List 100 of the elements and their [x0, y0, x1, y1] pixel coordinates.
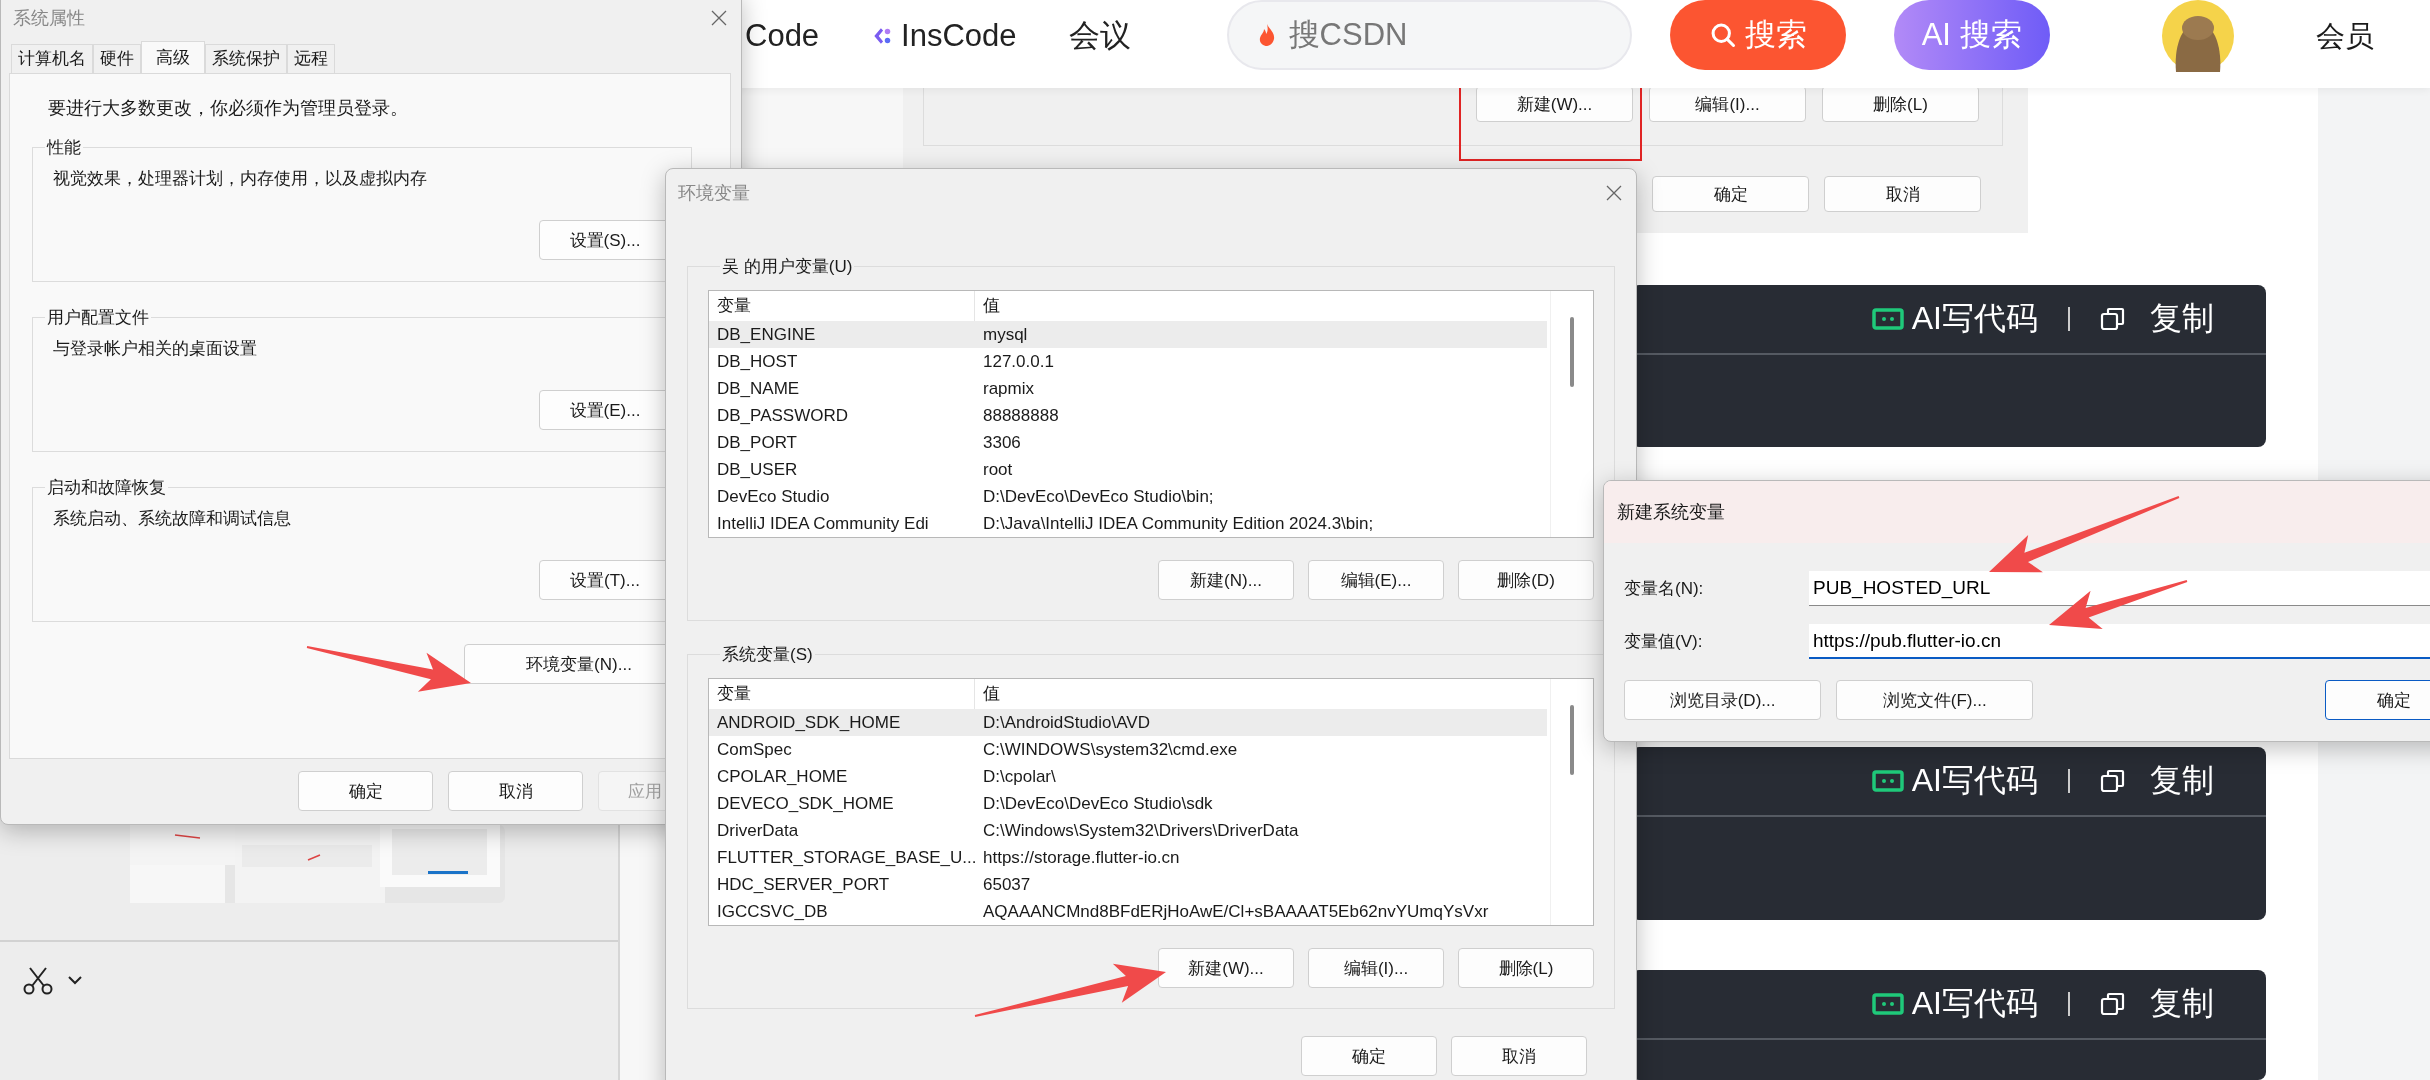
copy-button[interactable]: 复制 [2100, 297, 2214, 342]
column-header[interactable]: 值 [975, 679, 1547, 709]
variable-name: ComSpec [716, 739, 793, 760]
search-field[interactable]: 搜CSDN [1226, 0, 1632, 70]
list-row[interactable]: DB_PORT 3306 [709, 429, 1547, 456]
list-row[interactable]: IGCCSVC_DB AQAAANCMnd8BFdERjHoAwE/Cl+sBAAAAT5Eb62nvYUmqYsVxr [709, 898, 1547, 925]
group-label: 用户配置文件 [46, 307, 150, 329]
copy-icon [2100, 990, 2126, 1017]
copy-icon [2100, 306, 2126, 333]
variable-name: HDC_SERVER_PORT [716, 874, 891, 895]
dialog-button[interactable]: 新建(N)... [1158, 560, 1294, 600]
input-field[interactable]: PUB_HOSTED_URL [1809, 571, 2430, 606]
variable-value: root [982, 459, 1013, 480]
tab[interactable]: 硬件 [93, 44, 141, 73]
tab[interactable]: 高级 [141, 41, 205, 73]
list-row[interactable]: HDC_SERVER_PORT 65037 [709, 871, 1547, 898]
variable-value: D:\Java\IntelliJ IDEA Community Edition 2024.3\bin; [982, 513, 1374, 534]
ai-code-button[interactable]: AI写代码 [1871, 981, 2038, 1026]
avatar[interactable] [2161, 0, 2234, 72]
variable-name: DevEco Studio [716, 486, 831, 507]
tab[interactable]: 计算机名 [11, 44, 93, 73]
group-description: 视觉效果，处理器计划，内存使用，以及虚拟内存 [53, 168, 428, 190]
variable-value: 3306 [982, 432, 1021, 453]
window-title: 新建系统变量 [1617, 501, 1725, 524]
dialog-button[interactable]: 新建(W)... [1158, 948, 1294, 988]
column-header[interactable]: 值 [975, 291, 1547, 321]
variable-value: mysql [982, 324, 1028, 345]
list-row[interactable]: CPOLAR_HOME D:\cpolar\ [709, 763, 1547, 790]
list-row[interactable]: ANDROID_SDK_HOME D:\AndroidStudio\AVD [709, 709, 1547, 736]
field-label: 变量值(V): [1624, 631, 1704, 653]
list-row[interactable]: IntelliJ IDEA Community Edi D:\Java\IntelliJ IDEA Community Edition 2024.3\bin; [709, 510, 1547, 537]
copy-button[interactable]: 复制 [2100, 759, 2214, 804]
variable-value: D:\AndroidStudio\AVD [982, 712, 1150, 733]
dialog-button[interactable]: 确定 [1301, 1036, 1437, 1076]
dialog-button[interactable]: 删除(L) [1458, 948, 1594, 988]
robot-icon [1871, 307, 1904, 332]
copy-button[interactable]: 复制 [2100, 981, 2214, 1026]
variable-name: DB_NAME [716, 378, 801, 399]
ai-code-button[interactable]: AI写代码 [1871, 297, 2038, 342]
variable-value: AQAAANCMnd8BFdERjHoAwE/Cl+sBAAAAT5Eb62nvYUmqYsVxr [982, 901, 1489, 922]
dialog-button[interactable]: 编辑(I)... [1308, 948, 1444, 988]
dialog-button[interactable]: 浏览目录(D)... [1624, 680, 1822, 720]
robot-icon [1871, 991, 1904, 1016]
nav-link[interactable]: 会议 [1068, 0, 1131, 72]
list-row[interactable]: DEVECO_SDK_HOME D:\DevEco\DevEco Studio\sdk [709, 790, 1547, 817]
variable-name: FLUTTER_STORAGE_BASE_U... [716, 847, 975, 868]
list-row[interactable]: DB_NAME rapmix [709, 375, 1547, 402]
variable-name: DEVECO_SDK_HOME [716, 793, 895, 814]
window-title: 环境变量 [678, 182, 750, 205]
notice-text: 要进行大多数更改，你必须作为管理员登录。 [48, 97, 409, 120]
window-title: 系统属性 [13, 7, 85, 30]
variable-value: 127.0.0.1 [982, 351, 1054, 372]
group-label: 吴 的用户变量(U) [721, 256, 854, 278]
close-icon[interactable] [1606, 185, 1622, 201]
variable-name: DB_PORT [716, 432, 798, 453]
ai-code-button[interactable]: AI写代码 [1871, 759, 2038, 804]
variable-value: D:\DevEco\DevEco Studio\bin; [982, 486, 1214, 507]
variable-name: ANDROID_SDK_HOME [716, 712, 902, 733]
group-label: 启动和故障恢复 [46, 477, 167, 499]
field-label: 变量名(N): [1624, 578, 1705, 600]
tab[interactable]: 远程 [287, 44, 335, 73]
list-row[interactable]: DB_ENGINE mysql [709, 321, 1547, 348]
variable-name: DriverData [716, 820, 800, 841]
list-row[interactable]: DB_HOST 127.0.0.1 [709, 348, 1547, 375]
variable-value: C:\WINDOWS\system32\cmd.exe [982, 739, 1238, 760]
input-field[interactable]: https://pub.flutter-io.cn [1809, 624, 2430, 659]
variable-name: DB_USER [716, 459, 799, 480]
list-row[interactable]: DevEco Studio D:\DevEco\DevEco Studio\bin; [709, 483, 1547, 510]
tab[interactable]: 系统保护 [205, 44, 287, 73]
list-row[interactable]: ComSpec C:\WINDOWS\system32\cmd.exe [709, 736, 1547, 763]
variable-name: CPOLAR_HOME [716, 766, 849, 787]
dialog-button[interactable]: 取消 [448, 771, 583, 811]
variable-name: IntelliJ IDEA Community Edi [716, 513, 930, 534]
ai-search-button[interactable]: AI 搜索 [1893, 0, 2050, 70]
chevron-down-icon[interactable] [68, 975, 82, 985]
nav-link[interactable]: Code [745, 0, 820, 72]
group-label: 性能 [45, 137, 82, 159]
list-row[interactable]: DB_USER root [709, 456, 1547, 483]
variable-name: DB_ENGINE [716, 324, 817, 345]
dialog-button[interactable]: 浏览文件(F)... [1836, 680, 2034, 720]
variable-name: DB_HOST [716, 351, 799, 372]
dialog-button[interactable]: 删除(D) [1458, 560, 1594, 600]
variable-value: D:\cpolar\ [982, 766, 1056, 787]
dialog-button[interactable]: 编辑(E)... [1308, 560, 1444, 600]
inscode-link[interactable]: InsCode [871, 0, 1017, 72]
variable-value: https://storage.flutter-io.cn [982, 847, 1180, 868]
variable-value: C:\Windows\System32\Drivers\DriverData [982, 820, 1299, 841]
dialog-button[interactable]: 确定 [298, 771, 433, 811]
group-description: 系统启动、系统故障和调试信息 [53, 508, 292, 530]
member-link[interactable]: 会员 [2315, 0, 2374, 72]
group-description: 与登录帐户相关的桌面设置 [53, 338, 258, 360]
list-row[interactable]: DriverData C:\Windows\System32\Drivers\DriverData [709, 817, 1547, 844]
close-icon[interactable] [711, 10, 727, 26]
variable-name: DB_PASSWORD [716, 405, 849, 426]
dialog-button[interactable]: 确定 [2325, 680, 2430, 720]
list-row[interactable]: FLUTTER_STORAGE_BASE_U... https://storage.flutter-io.cn [709, 844, 1547, 871]
robot-icon [1871, 769, 1904, 794]
list-row[interactable]: DB_PASSWORD 88888888 [709, 402, 1547, 429]
dialog-button[interactable]: 取消 [1451, 1036, 1587, 1076]
variable-value: 65037 [982, 874, 1031, 895]
